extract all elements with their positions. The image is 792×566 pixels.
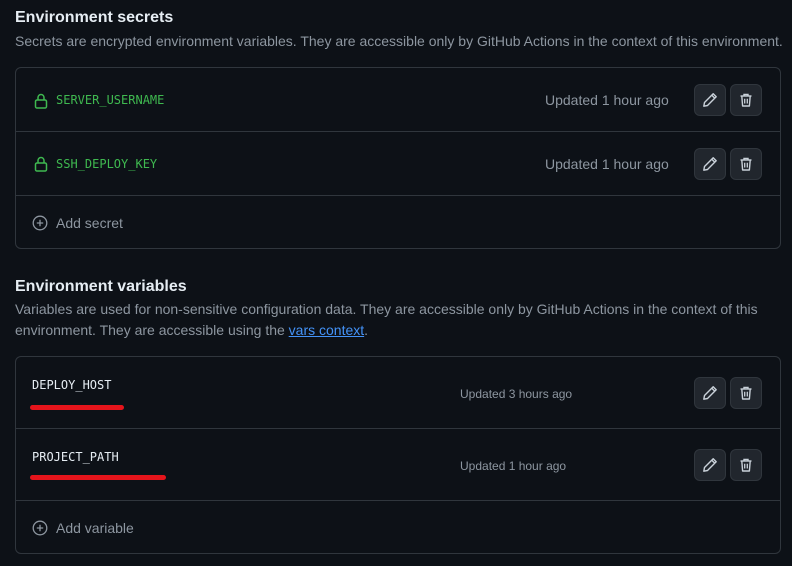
pencil-icon: [703, 157, 717, 171]
variables-section-title: Environment variables: [15, 278, 187, 295]
variable-name: DEPLOY_HOST: [32, 378, 112, 392]
redacted-variable-value: [30, 475, 166, 480]
trash-icon: [740, 93, 752, 107]
variables-section-description: Variables are used for non-sensitive con…: [15, 299, 785, 341]
pencil-icon: [703, 386, 717, 400]
trash-icon: [740, 386, 752, 400]
lock-icon: [34, 156, 48, 172]
add-secret-button[interactable]: Add secret: [32, 215, 123, 231]
secrets-list: SERVER_USERNAME Updated 1 hour ago SSH_D…: [15, 67, 781, 249]
add-variable-button[interactable]: Add variable: [32, 520, 134, 536]
edit-secret-button[interactable]: [694, 148, 726, 180]
plus-circle-icon: [32, 520, 48, 536]
variables-list: DEPLOY_HOST Updated 3 hours ago PROJECT_…: [15, 356, 781, 554]
pencil-icon: [703, 458, 717, 472]
add-secret-label: Add secret: [56, 215, 123, 231]
secret-name: SSH_DEPLOY_KEY: [56, 157, 158, 171]
secret-updated-time: Updated 1 hour ago: [545, 92, 669, 108]
variable-updated-time: Updated 1 hour ago: [460, 459, 567, 473]
edit-variable-button[interactable]: [694, 449, 726, 481]
delete-variable-button[interactable]: [730, 449, 762, 481]
delete-secret-button[interactable]: [730, 148, 762, 180]
add-variable-row: Add variable: [16, 501, 780, 553]
pencil-icon: [703, 93, 717, 107]
variable-name: PROJECT_PATH: [32, 450, 119, 464]
add-variable-label: Add variable: [56, 520, 134, 536]
trash-icon: [740, 458, 752, 472]
secrets-section-title: Environment secrets: [15, 9, 174, 26]
lock-icon: [34, 93, 48, 109]
secret-row: SSH_DEPLOY_KEY Updated 1 hour ago: [16, 132, 780, 196]
secret-updated-time: Updated 1 hour ago: [545, 156, 669, 172]
secrets-section-description: Secrets are encrypted environment variab…: [15, 33, 783, 49]
edit-secret-button[interactable]: [694, 84, 726, 116]
edit-variable-button[interactable]: [694, 377, 726, 409]
delete-variable-button[interactable]: [730, 377, 762, 409]
add-secret-row: Add secret: [16, 196, 780, 248]
redacted-variable-value: [30, 405, 124, 410]
variables-description-text: Variables are used for non-sensitive con…: [15, 301, 758, 338]
variable-row: PROJECT_PATH Updated 1 hour ago: [16, 429, 780, 501]
secret-name: SERVER_USERNAME: [56, 93, 165, 107]
plus-circle-icon: [32, 215, 48, 231]
variable-updated-time: Updated 3 hours ago: [460, 387, 573, 401]
variable-row: DEPLOY_HOST Updated 3 hours ago: [16, 357, 780, 429]
trash-icon: [740, 157, 752, 171]
variables-description-suffix: .: [364, 322, 369, 338]
vars-context-link[interactable]: vars context: [289, 322, 364, 338]
secret-row: SERVER_USERNAME Updated 1 hour ago: [16, 68, 780, 132]
delete-secret-button[interactable]: [730, 84, 762, 116]
